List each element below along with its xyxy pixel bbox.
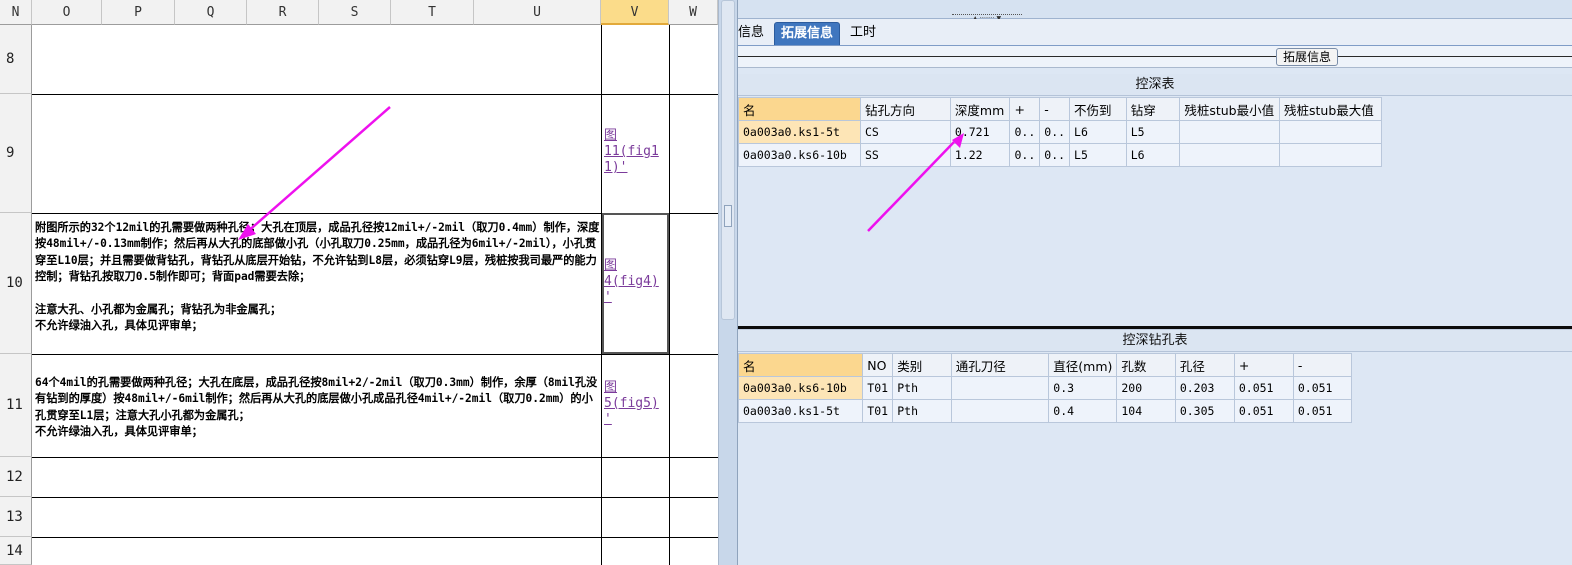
scroll-thumb[interactable] [724, 205, 732, 227]
table-cell[interactable]: Pth [892, 376, 952, 400]
table-cell[interactable]: 0.051 [1233, 376, 1294, 400]
arrow-annotation-left [238, 106, 391, 240]
table-cell[interactable] [950, 376, 1050, 400]
table-cell[interactable]: T01 [862, 399, 894, 423]
table-cell[interactable] [950, 399, 1050, 423]
drill-table[interactable]: 名 NO 类别 通孔刀径 直径(mm) 孔数 孔径 + - 0a003a0.ks… [738, 353, 1353, 423]
column-header[interactable]: 类别 [892, 353, 952, 377]
column-header[interactable]: - [1292, 353, 1353, 377]
table-cell[interactable]: Pth [892, 399, 952, 423]
table-row[interactable]: 0a003a0.ks6-10b T01 Pth 0.3 200 0.203 0.… [738, 376, 1353, 400]
spreadsheet[interactable]: N O P Q R S T U V W 8 9 10 11 12 13 14 附… [0, 0, 718, 565]
drill-table-title: 控深钻孔表 [738, 330, 1572, 352]
table-cell[interactable]: 0.4 [1048, 399, 1118, 423]
column-header[interactable]: 通孔刀径 [950, 353, 1050, 377]
table-cell[interactable]: 0a003a0.ks1-5t [738, 399, 864, 423]
table-cell[interactable]: 0.203 [1174, 376, 1235, 400]
table-cell[interactable]: 104 [1116, 399, 1176, 423]
table-cell[interactable]: 0a003a0.ks6-10b [738, 376, 864, 400]
table-row[interactable]: 0a003a0.ks1-5t T01 Pth 0.4 104 0.305 0.0… [738, 399, 1353, 423]
column-header[interactable]: + [1233, 353, 1294, 377]
vertical-scrollbar[interactable] [721, 0, 735, 320]
column-header[interactable]: NO [862, 353, 894, 377]
column-header[interactable]: 直径(mm) [1048, 353, 1118, 377]
table-cell[interactable]: T01 [862, 376, 894, 400]
column-header[interactable]: 孔径 [1174, 353, 1235, 377]
table-cell[interactable]: 0.051 [1292, 399, 1353, 423]
table-cell[interactable]: 0.305 [1174, 399, 1235, 423]
pane-splitter[interactable] [718, 0, 738, 565]
table-cell[interactable]: 0.051 [1292, 376, 1353, 400]
column-header[interactable]: 孔数 [1116, 353, 1176, 377]
column-header[interactable]: 名 [738, 353, 864, 377]
table-cell[interactable]: 0.3 [1048, 376, 1118, 400]
detail-panel: ▲ ········ ▼ 信息 拓展信息 工时 拓展信息 控深表 名 钻孔方向 … [738, 0, 1572, 565]
table-header-row: 名 NO 类别 通孔刀径 直径(mm) 孔数 孔径 + - [738, 353, 1353, 377]
arrow-annotation-right [867, 133, 964, 232]
table-cell[interactable]: 200 [1116, 376, 1176, 400]
table-cell[interactable]: 0.051 [1233, 399, 1294, 423]
